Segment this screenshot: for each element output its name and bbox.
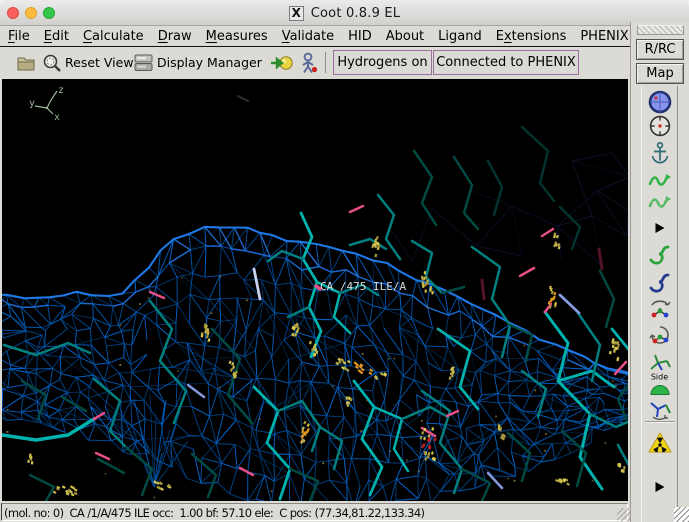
window-title: Coot 0.8.9 EL — [310, 5, 401, 21]
menu-validate[interactable]: Validate — [282, 29, 334, 44]
radiation-warning-icon[interactable] — [647, 431, 673, 455]
window-resize-grip[interactable] — [674, 507, 689, 522]
rrc-button[interactable]: R/RC — [636, 39, 684, 60]
display-manager-icon[interactable] — [134, 54, 153, 72]
toolbar: Reset View Display Manager Hydrogens on … — [0, 48, 631, 78]
residue-label: CA /475 ILE/A — [320, 280, 406, 293]
expand-arrow-bottom-icon[interactable] — [655, 482, 664, 492]
anchor-icon[interactable] — [649, 141, 671, 165]
validation-figure-icon[interactable] — [299, 52, 319, 74]
x11-icon: X — [288, 5, 304, 21]
menu-draw[interactable]: Draw — [158, 29, 192, 44]
right-toolbar: R/RC Map Side — [630, 22, 689, 522]
svg-text:z: z — [58, 85, 64, 96]
status-text: (mol. no: 0) CA /1/A/475 ILE occ: 1.00 b… — [4, 506, 425, 520]
sidebar-icon-column: Side — [641, 86, 678, 522]
flip-molecule-icon[interactable] — [647, 349, 673, 375]
menu-extensions[interactable]: Extensions — [496, 29, 567, 44]
status-frame: (mol. no: 0) CA /1/A/475 ILE occ: 1.00 b… — [1, 503, 628, 521]
sidebar-handle-grip[interactable] — [637, 25, 684, 35]
svg-text:x: x — [54, 112, 60, 123]
rotate-translate-molecule-icon[interactable] — [647, 324, 673, 350]
rotate-arc-molecule-icon[interactable] — [647, 297, 673, 323]
status-bar: (mol. no: 0) CA /1/A/475 ILE occ: 1.00 b… — [0, 501, 631, 522]
menu-hid[interactable]: HID — [348, 29, 372, 44]
auto-fit-rotamer-icon[interactable] — [648, 243, 672, 267]
side-chain-label: Side — [650, 372, 669, 382]
coot-window: X Coot 0.8.9 EL File Edit Calculate Draw Mea… — [0, 0, 689, 522]
menu-bar: File Edit Calculate Draw Measures Validate HID… — [0, 27, 631, 47]
menu-file[interactable]: File — [8, 29, 30, 44]
svg-text:y: y — [29, 98, 35, 109]
crosshair-centre-icon[interactable] — [648, 114, 672, 138]
hydrogens-badge: Hydrogens on — [333, 50, 432, 75]
reset-view-button[interactable]: Reset View — [65, 55, 134, 70]
title-group: X Coot 0.8.9 EL — [0, 0, 689, 26]
regularize-zone-icon[interactable] — [647, 192, 673, 216]
map-button[interactable]: Map — [636, 63, 684, 84]
go-to-atom-icon[interactable] — [270, 54, 294, 72]
menu-about[interactable]: About — [386, 29, 424, 44]
open-coordinates-icon[interactable] — [17, 54, 37, 72]
menu-ligand[interactable]: Ligand — [438, 29, 482, 44]
expand-arrow-icon[interactable] — [655, 223, 664, 233]
menu-measures[interactable]: Measures — [206, 29, 268, 44]
molecular-viewport[interactable]: y z x CA /475 ILE/A — [2, 79, 628, 501]
real-space-refine-icon[interactable] — [647, 168, 673, 192]
title-bar: X Coot 0.8.9 EL — [0, 0, 689, 26]
menu-edit[interactable]: Edit — [44, 29, 69, 44]
menu-calculate[interactable]: Calculate — [83, 29, 144, 44]
menu-phenix[interactable]: PHENIX — [580, 29, 628, 44]
statusbar-resize-grip[interactable] — [617, 508, 630, 521]
sidebar-separator — [645, 421, 675, 423]
reset-view-icon[interactable] — [42, 53, 62, 73]
view-sphere-icon[interactable] — [648, 90, 672, 114]
rotamer-chooser-icon[interactable] — [648, 271, 672, 295]
jed-flip-icon[interactable] — [647, 395, 673, 421]
display-manager-button[interactable]: Display Manager — [157, 55, 262, 70]
phenix-connected-badge: Connected to PHENIX — [433, 50, 579, 75]
toolbar-separator — [325, 52, 326, 73]
